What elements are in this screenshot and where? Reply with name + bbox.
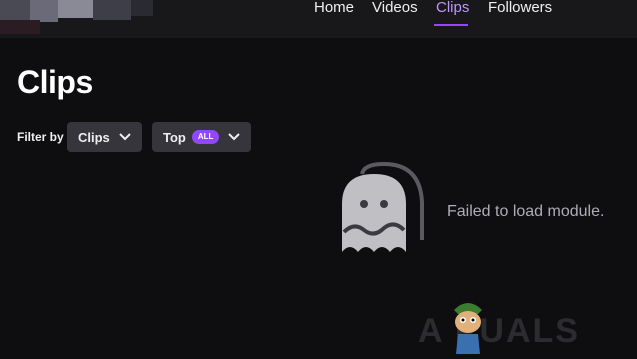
ghost-icon bbox=[340, 161, 424, 261]
page-title: Clips bbox=[17, 64, 93, 100]
clip-type-dropdown[interactable]: Clips bbox=[67, 122, 142, 152]
filter-label: Filter by bbox=[17, 130, 64, 144]
mascot-icon bbox=[448, 296, 488, 359]
blurred-channel-banner bbox=[0, 0, 30, 20]
nav-home[interactable]: Home bbox=[314, 0, 354, 16]
blurred-channel-banner bbox=[93, 0, 131, 20]
blurred-channel-banner bbox=[30, 0, 58, 22]
watermark-text: A PUALS bbox=[418, 312, 580, 350]
nav-clips[interactable]: Clips bbox=[436, 0, 469, 16]
dropdown-value: Clips bbox=[78, 129, 110, 145]
nav-followers[interactable]: Followers bbox=[488, 0, 552, 16]
nav-videos[interactable]: Videos bbox=[372, 0, 418, 16]
all-badge: ALL bbox=[191, 130, 220, 144]
blurred-channel-banner bbox=[131, 0, 153, 16]
blurred-channel-banner bbox=[58, 0, 93, 18]
error-message: Failed to load module. bbox=[447, 203, 605, 220]
top-header: Home Videos Clips Followers bbox=[0, 0, 637, 38]
chevron-down-icon bbox=[228, 133, 240, 141]
blurred-channel-banner bbox=[0, 20, 40, 34]
nav-active-indicator bbox=[434, 24, 468, 26]
dropdown-value: Top bbox=[163, 129, 186, 145]
chevron-down-icon bbox=[119, 133, 131, 141]
clip-sort-dropdown[interactable]: Top ALL bbox=[152, 122, 251, 152]
